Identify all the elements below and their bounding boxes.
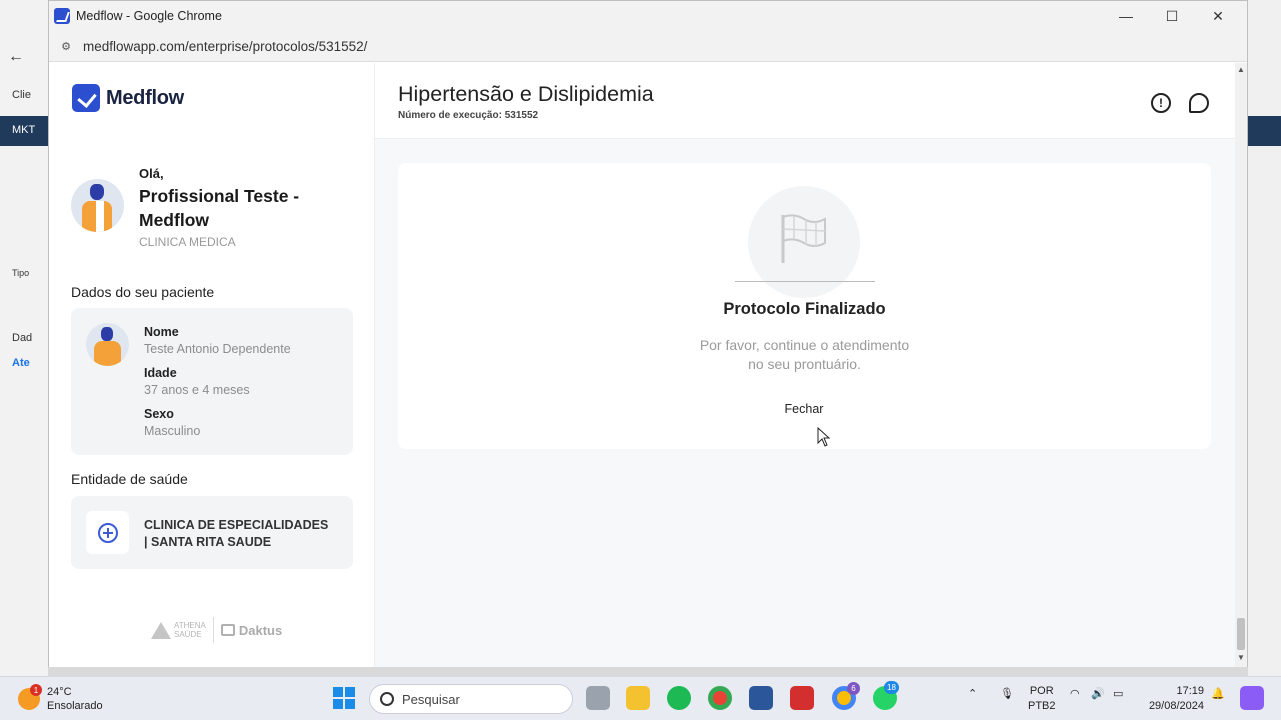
user-profile: Olá, Profissional Teste - Medflow CLINIC…	[71, 166, 319, 249]
sun-icon: 1	[18, 684, 42, 710]
chrome-badge: 6	[847, 682, 860, 695]
copilot-icon[interactable]	[1240, 686, 1264, 710]
protocol-result-card: Protocolo Finalizado Por favor, continue…	[398, 163, 1211, 449]
weather-widget[interactable]: 1 24°C Ensolarado	[18, 684, 103, 713]
execution-number: Número de execução: 531552	[398, 110, 539, 121]
notifications-icon[interactable]: 🔔	[1211, 687, 1225, 700]
chrome-icon[interactable]	[708, 686, 732, 710]
window-title: Medflow - Google Chrome	[76, 9, 222, 23]
wifi-icon[interactable]: ◠	[1070, 687, 1080, 700]
whatsapp-icon[interactable]: 18	[873, 681, 899, 710]
sidebar: Medflow Olá, Profissional Teste - Medflo…	[49, 63, 375, 667]
background-toolbar: MKT	[0, 116, 48, 146]
close-protocol-button[interactable]: Fechar	[754, 402, 854, 416]
patient-card: Nome Teste Antonio Dependente Idade 37 a…	[71, 308, 353, 455]
site-settings-icon[interactable]: ⚙	[59, 39, 73, 53]
address-bar[interactable]: ⚙ medflowapp.com/enterprise/protocolos/5…	[49, 31, 1247, 62]
weather-desc: Ensolarado	[47, 700, 103, 712]
background-toolbar-right	[1248, 116, 1281, 146]
minimize-button[interactable]: —	[1103, 1, 1149, 31]
start-button[interactable]	[333, 687, 355, 709]
patient-section-title: Dados do seu paciente	[71, 284, 215, 300]
microphone-icon[interactable]: 🎙	[1000, 687, 1014, 700]
search-placeholder: Pesquisar	[402, 691, 460, 707]
bg-label: Ate	[12, 357, 30, 369]
chrome-profile-icon[interactable]: 6	[832, 682, 860, 710]
taskbar-search[interactable]: Pesquisar	[369, 684, 573, 714]
divider	[735, 281, 875, 282]
logo-text: Medflow	[106, 86, 184, 109]
windows-taskbar: 1 24°C Ensolarado Pesquisar 6 18 ⌃ 🎙 POR…	[0, 676, 1281, 720]
title-bar: Medflow - Google Chrome — ☐ ✕	[49, 1, 1247, 31]
mouse-cursor-icon	[817, 427, 831, 447]
flag-icon	[781, 214, 826, 263]
browser-window: Medflow - Google Chrome — ☐ ✕ ⚙ medflowa…	[48, 0, 1248, 667]
patient-sex-field: Sexo Masculino	[144, 407, 200, 438]
user-avatar	[71, 179, 124, 232]
partner-logos: ATHENA SAÚDE Daktus	[151, 617, 282, 643]
user-specialty: CLINICA MEDICA	[139, 235, 236, 249]
tray-overflow-icon[interactable]: ⌃	[968, 687, 977, 700]
medflow-logo[interactable]: Medflow	[72, 84, 184, 112]
background-window-left: ← Clie Tipo Dad Ate	[0, 0, 48, 676]
url-text[interactable]: medflowapp.com/enterprise/protocolos/531…	[83, 39, 367, 54]
info-icon[interactable]: !	[1151, 93, 1171, 113]
patient-avatar	[86, 323, 129, 366]
file-explorer-icon[interactable]	[626, 686, 650, 710]
page-title: Hipertensão e Dislipidemia	[398, 82, 654, 106]
patient-age-field: Idade 37 anos e 4 meses	[144, 366, 250, 397]
volume-icon[interactable]: 🔊	[1091, 687, 1105, 700]
page-header: Hipertensão e Dislipidemia Número de exe…	[375, 63, 1247, 139]
bg-label: Dad	[12, 332, 33, 344]
daktus-logo: Daktus	[220, 623, 282, 638]
notification-badge: 1	[30, 684, 42, 696]
whatsapp-badge: 18	[884, 681, 899, 694]
search-icon	[380, 692, 394, 706]
result-title: Protocolo Finalizado	[723, 300, 886, 318]
user-name: Profissional Teste - Medflow	[139, 186, 300, 230]
back-arrow-icon[interactable]: ←	[8, 48, 34, 70]
athena-logo: ATHENA SAÚDE	[151, 621, 206, 639]
field-label: Sexo	[144, 407, 174, 421]
result-message: Por favor, continue o atendimento no seu…	[699, 337, 910, 372]
page-content: Medflow Olá, Profissional Teste - Medflo…	[49, 63, 1247, 667]
medflow-logo-icon	[72, 84, 100, 112]
daktus-icon	[220, 624, 235, 636]
word-icon[interactable]	[749, 686, 773, 710]
close-button[interactable]: ✕	[1195, 1, 1241, 31]
entity-name: CLINICA DE ESPECIALIDADES | SANTA RITA S…	[144, 518, 329, 549]
entity-section-title: Entidade de saúde	[71, 471, 188, 487]
acrobat-icon[interactable]	[790, 686, 814, 710]
medflow-app-icon	[54, 8, 70, 24]
field-value: Teste Antonio Dependente	[144, 342, 291, 356]
bg-label: Tipo	[12, 268, 30, 278]
task-view-icon[interactable]	[586, 686, 610, 710]
bg-label: Clie	[12, 89, 31, 101]
field-label: Idade	[144, 366, 177, 380]
field-value: Masculino	[144, 424, 201, 438]
battery-icon[interactable]: ▭	[1113, 687, 1123, 700]
system-clock[interactable]: 17:19 29/08/2024	[1140, 684, 1204, 714]
background-window-right	[1248, 0, 1281, 676]
weather-temp: 24°C	[47, 686, 72, 698]
field-label: Nome	[144, 325, 179, 339]
spotify-icon[interactable]	[667, 686, 691, 710]
chat-icon[interactable]	[1189, 93, 1209, 113]
health-entity-icon	[86, 511, 129, 554]
scroll-thumb[interactable]	[1237, 618, 1245, 650]
field-value: 37 anos e 4 meses	[144, 383, 250, 397]
page-scrollbar[interactable]: ▲ ▼	[1235, 63, 1247, 667]
language-indicator[interactable]: POR PTB2	[1028, 684, 1056, 714]
entity-card: CLINICA DE ESPECIALIDADES | SANTA RITA S…	[71, 496, 353, 569]
greeting: Olá,	[139, 166, 164, 181]
maximize-button[interactable]: ☐	[1149, 1, 1195, 31]
patient-name-field: Nome Teste Antonio Dependente	[144, 325, 291, 356]
